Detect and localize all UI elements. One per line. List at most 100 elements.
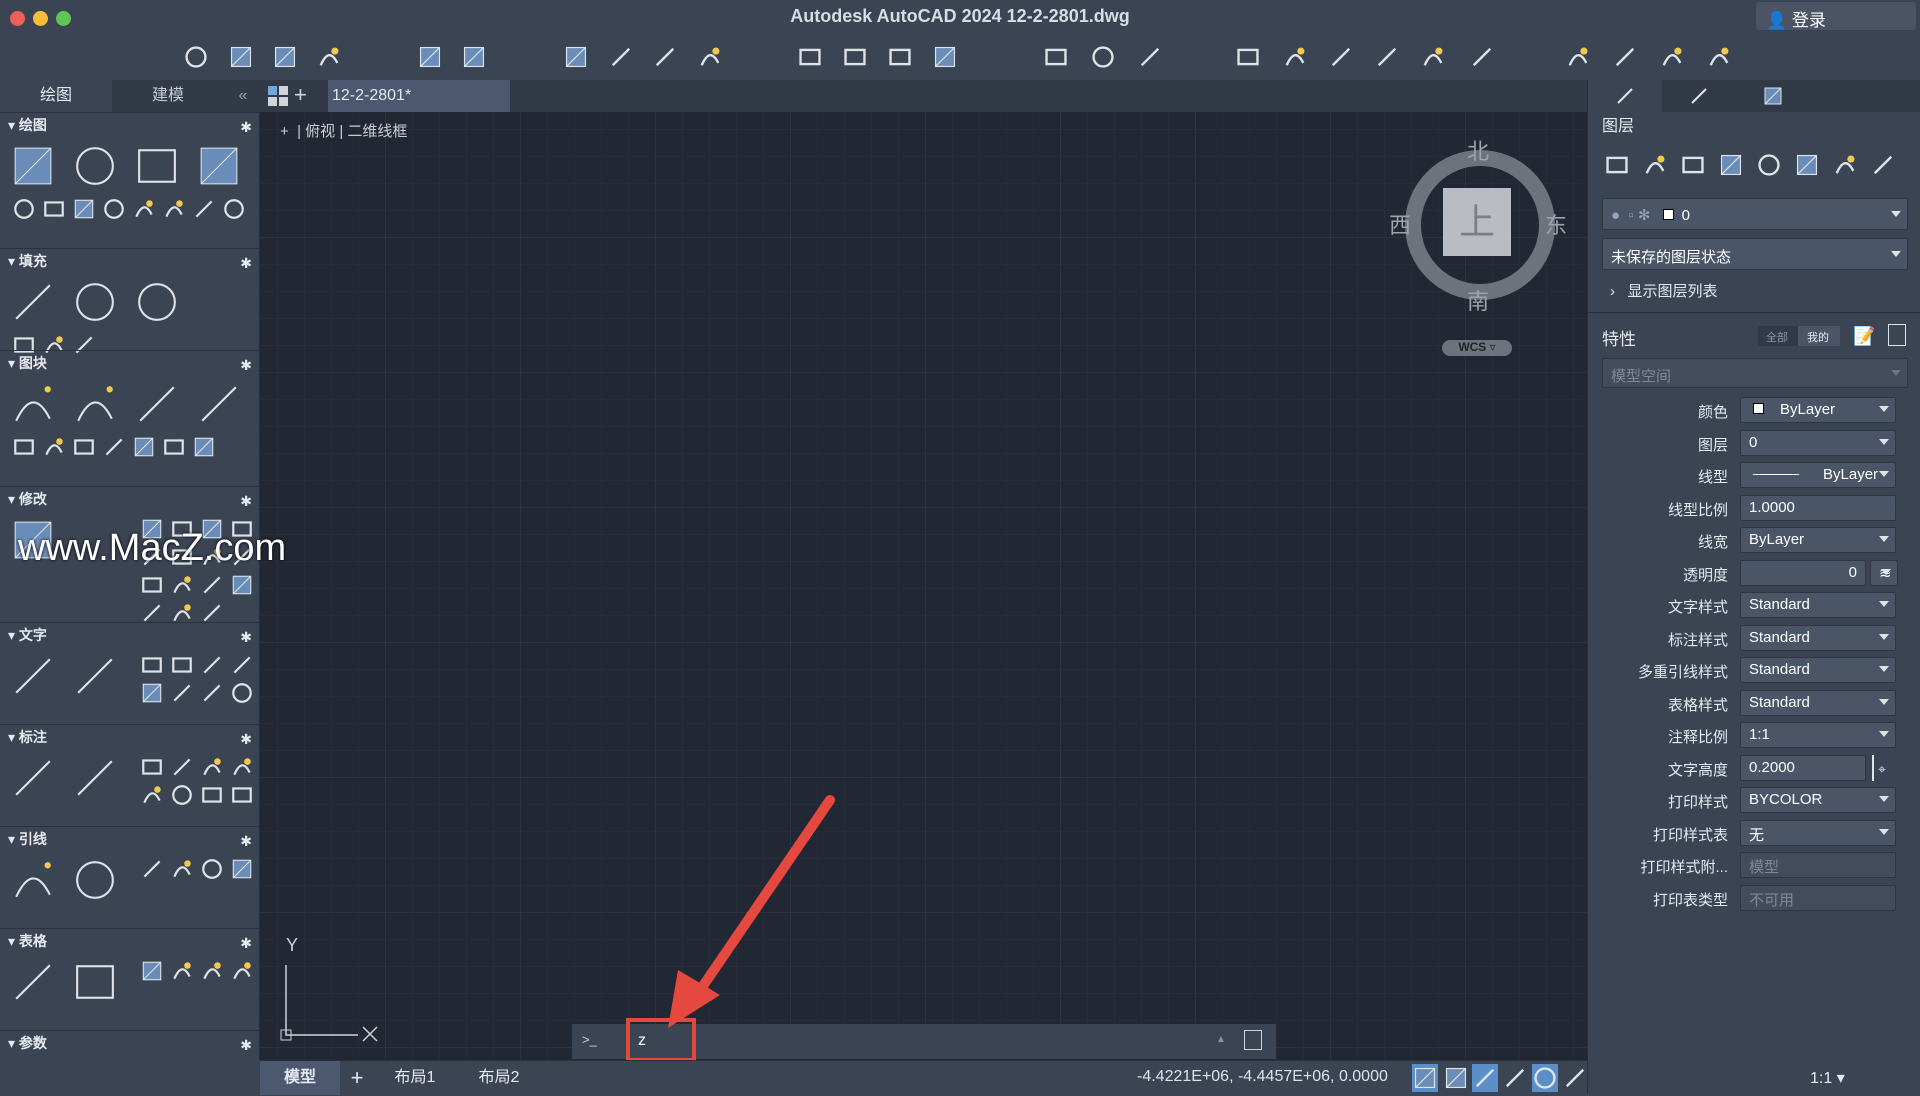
section-header[interactable]: ▾ 文字 ✱ <box>0 623 260 647</box>
align-icon[interactable] <box>200 573 224 597</box>
section-header[interactable]: ▾ 填充 ✱ <box>0 249 260 273</box>
block-editor-icon[interactable] <box>42 435 66 459</box>
section-settings-icon[interactable]: ✱ <box>240 625 252 649</box>
block-attribute-icon[interactable] <box>198 383 240 425</box>
define-attribute-icon[interactable] <box>12 435 36 459</box>
section-header[interactable]: ▾ 修改 ✱ <box>0 487 260 511</box>
quick-properties-icon[interactable]: 📝 <box>1853 326 1875 347</box>
visual-style-menu[interactable]: 二维线框 <box>347 123 407 140</box>
view-menu[interactable]: 俯视 <box>305 123 335 140</box>
section-header[interactable]: ▾ 表格 ✱ <box>0 929 260 953</box>
properties-filter-toggle[interactable]: 全部 我的 <box>1758 326 1840 346</box>
property-field[interactable]: ByLayer <box>1740 527 1896 553</box>
quick-select-icon[interactable] <box>1282 44 1308 70</box>
section-settings-icon[interactable]: ✱ <box>240 931 252 955</box>
command-prompt-icon[interactable]: >_ <box>582 1032 597 1047</box>
property-field[interactable]: ByLayer <box>1740 397 1896 423</box>
section-header[interactable]: ▾ 图块 ✱ <box>0 351 260 375</box>
section-settings-icon[interactable]: ✱ <box>240 251 252 275</box>
polyline-icon[interactable] <box>74 145 116 187</box>
pick-height-icon[interactable]: ⌖ <box>1872 754 1894 781</box>
ellipse-icon[interactable] <box>132 197 156 221</box>
tab-draw[interactable]: 绘图 <box>0 80 112 112</box>
match-properties-icon[interactable] <box>1235 44 1261 70</box>
add-leader-icon[interactable] <box>140 857 164 881</box>
isodraft-icon[interactable] <box>1532 1064 1558 1092</box>
property-field[interactable]: 1:1 <box>1740 722 1896 748</box>
rectangle-icon[interactable] <box>198 145 240 187</box>
table-text-icon[interactable] <box>200 653 224 677</box>
redo-icon[interactable] <box>461 44 487 70</box>
section-header[interactable]: ▾ 引线 ✱ <box>0 827 260 851</box>
table-icon[interactable] <box>12 961 54 1003</box>
mleader-icon[interactable] <box>12 859 54 901</box>
property-field[interactable]: Standard <box>1740 657 1896 683</box>
write-block-icon[interactable] <box>72 435 96 459</box>
data-extract-icon[interactable] <box>170 959 194 983</box>
layer-freeze-icon[interactable] <box>1832 152 1858 178</box>
publish-icon[interactable] <box>697 44 723 70</box>
undock-icon[interactable] <box>1888 324 1906 346</box>
section-settings-icon[interactable]: ✱ <box>240 727 252 751</box>
document-tab[interactable]: 12-2-2801* <box>328 80 510 112</box>
insert-block-icon[interactable] <box>74 383 116 425</box>
section-header[interactable]: ▾ 参数 ✱ <box>0 1031 260 1055</box>
property-field[interactable]: Standard <box>1740 624 1896 651</box>
make-current-icon[interactable] <box>1642 152 1668 178</box>
tab-layout2[interactable]: 布局2 <box>458 1061 540 1095</box>
continue-dim-icon[interactable] <box>140 783 164 807</box>
group-icon[interactable] <box>1374 44 1400 70</box>
layer-off-icon[interactable] <box>1794 152 1820 178</box>
layer-previous-icon[interactable] <box>1718 152 1744 178</box>
viewcube-top-face[interactable]: 上 <box>1443 188 1511 256</box>
save-as-icon[interactable] <box>316 44 342 70</box>
pan-icon[interactable] <box>1090 44 1116 70</box>
align-leader-icon[interactable] <box>170 857 194 881</box>
login-button[interactable]: 👤 登录 <box>1756 2 1916 30</box>
match-layer-icon[interactable] <box>1680 152 1706 178</box>
viewport-controls[interactable]: + | 俯视 | 二维线框 <box>280 120 407 141</box>
join-icon[interactable] <box>230 573 254 597</box>
ordinate-dim-icon[interactable] <box>230 755 254 779</box>
scale-text-icon[interactable] <box>200 681 224 705</box>
section-header[interactable]: ▾ 标注 ✱ <box>0 725 260 749</box>
remove-leader-icon[interactable] <box>200 857 224 881</box>
base-point-icon[interactable] <box>102 435 126 459</box>
snap-icon[interactable] <box>1443 1064 1469 1092</box>
pdf-import-icon[interactable] <box>230 653 254 677</box>
show-layer-list-toggle[interactable]: › 显示图层列表 <box>1610 280 1718 301</box>
compass-west[interactable]: 西 <box>1389 208 1411 240</box>
layer-properties-icon[interactable] <box>1604 152 1630 178</box>
filter-all[interactable]: 全部 <box>1766 329 1788 345</box>
tab-layout1[interactable]: 布局1 <box>374 1061 456 1095</box>
save-icon[interactable] <box>272 44 298 70</box>
polygon-icon[interactable] <box>162 197 186 221</box>
plot-icon[interactable] <box>563 44 589 70</box>
leader-dim-icon[interactable] <box>74 757 116 799</box>
filter-mine[interactable]: 我的 <box>1798 326 1840 346</box>
mleader-style-icon[interactable] <box>74 859 116 901</box>
open-icon[interactable] <box>228 44 254 70</box>
tab-modeling[interactable]: 建模 <box>112 80 224 112</box>
start-tab-grid-icon[interactable] <box>268 86 288 106</box>
compass-east[interactable]: 东 <box>1545 208 1567 240</box>
layer-lock-icon[interactable] <box>1870 152 1896 178</box>
section-header[interactable]: ▾ 绘图 ✱ <box>0 113 260 137</box>
viewcube[interactable]: 上 北 南 西 东 <box>1389 139 1567 314</box>
section-settings-icon[interactable]: ✱ <box>240 115 252 139</box>
export-icon[interactable] <box>842 44 868 70</box>
layer-isolate-icon[interactable] <box>1756 152 1782 178</box>
section-settings-icon[interactable]: ✱ <box>240 353 252 377</box>
new-icon[interactable] <box>183 44 209 70</box>
revcloud-icon[interactable] <box>222 197 246 221</box>
section-settings-icon[interactable]: ✱ <box>240 489 252 513</box>
ray-icon[interactable] <box>102 197 126 221</box>
sync-attribute-icon[interactable] <box>132 435 156 459</box>
undo-icon[interactable] <box>417 44 443 70</box>
table-update-icon[interactable] <box>230 959 254 983</box>
property-field[interactable]: Standard <box>1740 689 1896 716</box>
linear-dim-icon[interactable] <box>12 757 54 799</box>
property-field[interactable]: 0.2000 <box>1740 754 1866 781</box>
collapse-palette-button[interactable]: « <box>228 80 258 112</box>
single-text-icon[interactable] <box>140 653 164 677</box>
